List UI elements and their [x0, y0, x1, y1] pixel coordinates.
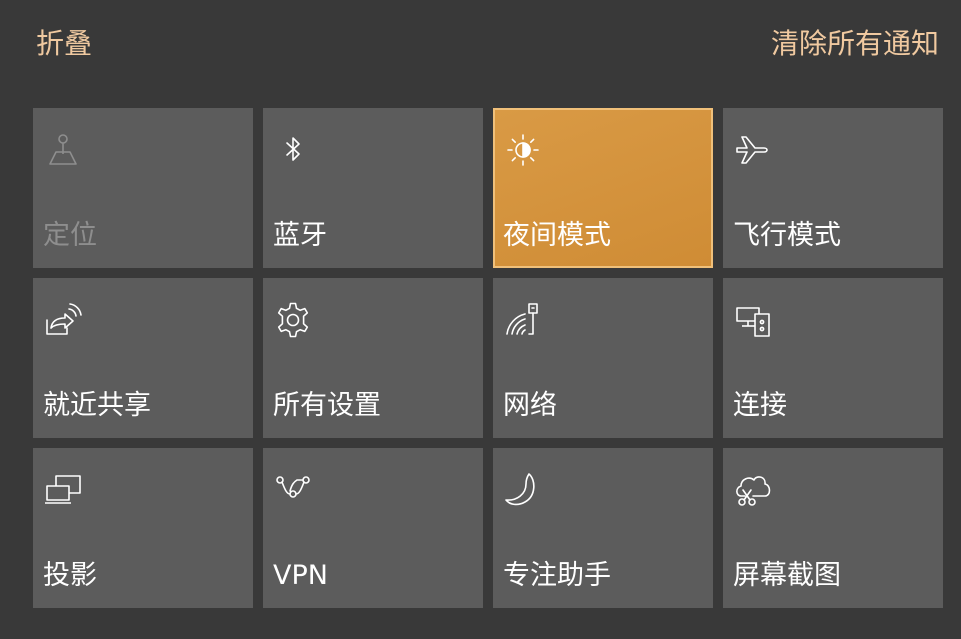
tile-focus-assist[interactable]: 专注助手	[493, 448, 713, 608]
screen-snip-icon	[733, 470, 773, 510]
tile-project-label: 投影	[43, 560, 97, 591]
tile-network[interactable]: 网络	[493, 278, 713, 438]
collapse-button[interactable]: 折叠	[36, 26, 92, 62]
airplane-icon	[733, 130, 773, 170]
tile-airplane-mode-label: 飞行模式	[733, 220, 841, 251]
tile-network-label: 网络	[503, 390, 557, 421]
tile-all-settings-label: 所有设置	[273, 390, 381, 421]
clear-all-notifications-button[interactable]: 清除所有通知	[771, 26, 939, 62]
tile-connect[interactable]: 连接	[723, 278, 943, 438]
tile-bluetooth-label: 蓝牙	[273, 220, 327, 251]
tile-bluetooth[interactable]: 蓝牙	[263, 108, 483, 268]
tile-focus-assist-label: 专注助手	[503, 560, 611, 591]
project-icon	[43, 470, 83, 510]
tile-screen-snip[interactable]: 屏幕截图	[723, 448, 943, 608]
tile-nearby-share-label: 就近共享	[43, 390, 151, 421]
tile-location-label: 定位	[43, 220, 97, 251]
vpn-icon	[273, 470, 313, 510]
action-center-header: 折叠 清除所有通知	[0, 0, 961, 90]
nearby-share-icon	[43, 300, 83, 340]
network-icon	[503, 300, 543, 340]
bluetooth-icon	[273, 130, 313, 170]
tile-vpn-label: VPN	[273, 560, 328, 591]
tile-screen-snip-label: 屏幕截图	[733, 560, 841, 591]
tile-all-settings[interactable]: 所有设置	[263, 278, 483, 438]
tile-airplane-mode[interactable]: 飞行模式	[723, 108, 943, 268]
night-light-icon	[503, 130, 543, 170]
tile-connect-label: 连接	[733, 390, 787, 421]
tile-vpn[interactable]: VPN	[263, 448, 483, 608]
action-center-panel: 折叠 清除所有通知 定位 蓝牙 夜间模式 飞行模式 就近共享 所有设置 网络 连…	[0, 0, 961, 639]
tile-night-light[interactable]: 夜间模式	[493, 108, 713, 268]
gear-icon	[273, 300, 313, 340]
location-icon	[43, 130, 83, 170]
tile-location[interactable]: 定位	[33, 108, 253, 268]
tile-nearby-share[interactable]: 就近共享	[33, 278, 253, 438]
moon-icon	[503, 470, 543, 510]
tile-project[interactable]: 投影	[33, 448, 253, 608]
tile-night-light-label: 夜间模式	[503, 220, 611, 251]
connect-icon	[733, 300, 773, 340]
quick-actions-grid: 定位 蓝牙 夜间模式 飞行模式 就近共享 所有设置 网络 连接 投影 VPN 专…	[33, 108, 943, 608]
